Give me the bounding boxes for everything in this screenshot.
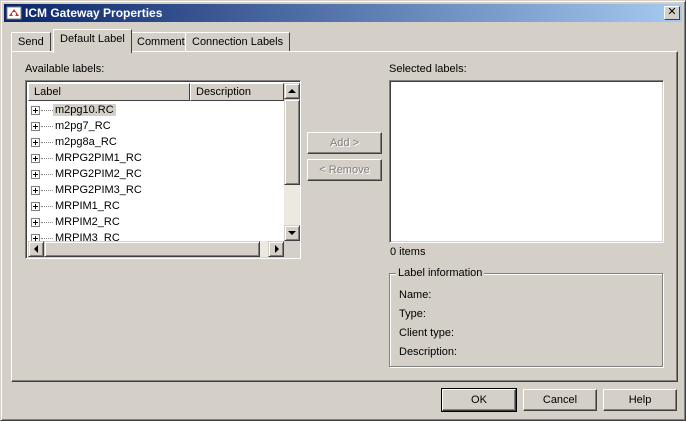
column-header-description[interactable]: Description	[190, 83, 284, 101]
expand-plus-icon[interactable]	[31, 202, 40, 211]
add-button[interactable]: Add >	[307, 132, 382, 154]
cancel-button-label: Cancel	[542, 394, 578, 406]
field-type-label: Type:	[399, 308, 426, 320]
tree-connector	[41, 126, 53, 127]
tree-item-label: MRPG2PIM3_RC	[55, 184, 142, 196]
cancel-button[interactable]: Cancel	[523, 389, 597, 411]
tree-item[interactable]: m2pg8a_RC	[30, 135, 280, 151]
icm-app-icon	[6, 6, 22, 20]
help-button[interactable]: Help	[603, 389, 677, 411]
label-information-title: Label information	[396, 267, 485, 279]
ok-button-label: OK	[471, 394, 487, 406]
available-labels-caption: Available labels:	[25, 63, 105, 75]
tab-label: Comment	[137, 36, 185, 48]
scroll-corner	[284, 241, 300, 257]
ok-button[interactable]: OK	[441, 388, 517, 412]
tree-connector	[41, 206, 53, 207]
scroll-up-button[interactable]	[284, 83, 300, 99]
expand-plus-icon[interactable]	[31, 138, 40, 147]
tree-item[interactable]: MRPG2PIM1_RC	[30, 151, 280, 167]
tree-item[interactable]: MRPG2PIM3_RC	[30, 183, 280, 199]
window-title: ICM Gateway Properties	[25, 6, 163, 20]
expand-plus-icon[interactable]	[31, 154, 40, 163]
tree-item[interactable]: MRPG2PIM2_RC	[30, 167, 280, 183]
tree-connector	[41, 158, 53, 159]
help-button-label: Help	[628, 394, 652, 406]
tree-connector	[41, 174, 53, 175]
horizontal-scrollbar[interactable]	[28, 241, 284, 257]
arrow-down-icon	[288, 231, 296, 235]
tree-item-label: m2pg10.RC	[53, 104, 116, 116]
add-button-label: Add >	[329, 137, 360, 149]
selected-count: 0 items	[390, 246, 426, 258]
tab-comment[interactable]: Comment	[130, 32, 192, 52]
expand-plus-icon[interactable]	[31, 170, 40, 179]
tab-connection-labels[interactable]: Connection Labels	[185, 32, 291, 52]
tree-item-label: MRPIM1_RC	[55, 200, 120, 212]
tree-item[interactable]: MRPIM1_RC	[30, 199, 280, 215]
scroll-left-button[interactable]	[28, 241, 44, 257]
tab-label: Default Label	[60, 33, 125, 45]
scroll-down-button[interactable]	[284, 225, 300, 241]
available-labels-list[interactable]: Label Description m2pg10.RC m2pg7_RC m2pg8…	[25, 80, 301, 259]
vertical-scrollbar[interactable]	[284, 83, 300, 241]
column-header-text: Label	[34, 86, 61, 98]
tree-connector	[41, 190, 53, 191]
vertical-scroll-thumb[interactable]	[284, 99, 300, 185]
tree-item[interactable]: m2pg10.RC	[30, 103, 280, 119]
tree-connector	[41, 222, 53, 223]
field-description-label: Description:	[399, 346, 458, 358]
selected-labels-caption: Selected labels:	[389, 63, 467, 75]
field-name-label: Name:	[399, 289, 432, 301]
tree-item[interactable]: m2pg7_RC	[30, 119, 280, 135]
close-button[interactable]: ✕	[664, 6, 680, 20]
arrow-up-icon	[288, 89, 296, 93]
tree-connector	[41, 110, 53, 111]
remove-button[interactable]: < Remove	[307, 159, 382, 181]
expand-plus-icon[interactable]	[31, 186, 40, 195]
remove-button-label: < Remove	[319, 164, 370, 176]
tree-connector	[41, 238, 53, 239]
tree-connector	[41, 142, 53, 143]
tab-label: Connection Labels	[192, 36, 284, 48]
close-icon: ✕	[667, 6, 677, 18]
tree-item-label: MRPG2PIM1_RC	[55, 152, 142, 164]
column-header-label[interactable]: Label	[28, 83, 190, 101]
tab-default-label[interactable]: Default Label	[53, 29, 132, 53]
field-client-type-label: Client type:	[399, 327, 455, 339]
scroll-right-button[interactable]	[268, 241, 284, 257]
arrow-right-icon	[275, 245, 279, 253]
selected-labels-list[interactable]	[389, 80, 664, 243]
expand-plus-icon[interactable]	[31, 122, 40, 131]
tree-item-label: m2pg7_RC	[55, 120, 111, 132]
tree-item-label: MRPIM2_RC	[55, 216, 120, 228]
arrow-left-icon	[34, 245, 38, 253]
expand-plus-icon[interactable]	[31, 218, 40, 227]
title-bar[interactable]: ICM Gateway Properties ✕	[4, 4, 682, 22]
tab-send[interactable]: Send	[11, 32, 51, 52]
tab-label: Send	[18, 36, 44, 48]
column-header-text: Description	[196, 86, 252, 98]
horizontal-scroll-thumb[interactable]	[44, 241, 260, 257]
dialog-window: ICM Gateway Properties ✕ Send Default La…	[0, 0, 686, 421]
tree-item-label: MRPG2PIM2_RC	[55, 168, 142, 180]
tree-item-label: m2pg8a_RC	[55, 136, 117, 148]
tree-item[interactable]: MRPIM2_RC	[30, 215, 280, 231]
expand-plus-icon[interactable]	[31, 106, 40, 115]
